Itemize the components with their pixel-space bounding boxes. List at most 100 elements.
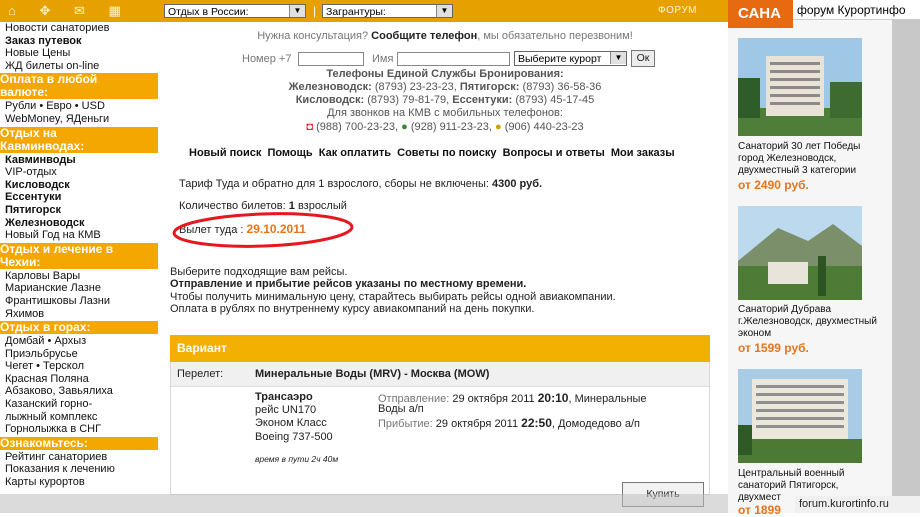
nav-new-search[interactable]: Новый поиск — [189, 147, 261, 159]
sidebar-link-rail[interactable]: ЖД билеты on-line — [0, 60, 158, 73]
info-payment: Оплата в рублях по внутреннему курсу ави… — [170, 303, 535, 315]
booking-nav: Новый поиск Помощь Как оплатить Советы п… — [189, 147, 678, 159]
consult-callback: , мы обязательно перезвоним! — [477, 30, 633, 42]
mobile-title: Для звонков на КМВ с мобильных телефонов… — [327, 107, 563, 119]
sidebar-link-karlovy[interactable]: Карловы Вары — [0, 270, 158, 283]
aircraft-type: Boeing 737-500 — [255, 431, 333, 443]
russia-select[interactable]: Отдых в России: ▼ — [164, 4, 306, 18]
sidebar-header-czech: Отдых и лечение в Чехии: — [0, 241, 158, 269]
nav-my-orders[interactable]: Мои заказы — [611, 147, 675, 159]
divider: | — [313, 4, 317, 18]
sidebar-link-webmoney[interactable]: WebMoney, ЯДеньги — [0, 113, 158, 126]
info-local-time: Отправление и прибытие рейсов указаны по… — [170, 278, 527, 290]
flight-route: Минеральные Воды (MRV) - Москва (MOW) — [255, 368, 490, 380]
nav-search-tips[interactable]: Советы по поиску — [397, 147, 496, 159]
info-min-price: Чтобы получить минимальную цену, старайт… — [170, 291, 616, 303]
sanatorium-banner-title: САНА — [728, 0, 793, 28]
forum-tab[interactable]: форум Курортинфо — [793, 0, 920, 20]
info-select: Выберите подходящие вам рейсы. — [170, 266, 348, 278]
nav-faq[interactable]: Вопросы и ответы — [503, 147, 605, 159]
phone-number: (8793) 45-17-45 — [515, 94, 595, 106]
hotel-price-1: от 2490 руб. — [738, 178, 809, 192]
dep-place-2: Воды а/п — [378, 403, 424, 415]
hotel-photo-1[interactable] — [738, 38, 862, 136]
sidebar-link-rating[interactable]: Рейтинг санаториев — [0, 451, 158, 464]
header-line: Кавминводах: — [0, 138, 85, 153]
abroad-select-value: Загрантуры: — [326, 6, 386, 18]
sidebar-link-jachymov[interactable]: Яхимов — [0, 308, 158, 321]
nav-icons[interactable]: ⌂ ✥ ✉ ▦ — [8, 3, 131, 19]
airline-name: Трансаэро — [255, 391, 313, 403]
flight-number: рейс UN170 — [255, 404, 317, 416]
abroad-select[interactable]: Загрантуры: ▼ — [322, 4, 453, 18]
sidebar-link-newyear[interactable]: Новый Год на КМВ — [0, 229, 158, 242]
tariff-price: 4300 руб. — [492, 178, 543, 190]
sidebar-link-frantiskovy[interactable]: Франтишковы Лазни — [0, 295, 158, 308]
consult-tell: Сообщите телефон — [371, 30, 478, 42]
phone-city: Ессентуки: — [452, 94, 513, 106]
flight-label: Перелет: — [177, 368, 224, 380]
hotel-price-3: от 1899 — [738, 503, 781, 517]
phone-number: (988) 700-23-23, — [316, 121, 399, 133]
sidebar-link-indications[interactable]: Показания к лечению — [0, 463, 158, 476]
nav-help[interactable]: Помощь — [267, 147, 312, 159]
sidebar-link-currency[interactable]: Рубли • Евро • USD — [0, 100, 158, 113]
hotel-caption-2[interactable]: Санаторий Дубрава г.Железноводск, двухме… — [738, 304, 883, 340]
scrollbar[interactable] — [892, 20, 920, 513]
status-overlay — [0, 494, 795, 513]
nav-how-to-pay[interactable]: Как оплатить — [319, 147, 391, 159]
sidebar-link-marianske[interactable]: Марианские Лазне — [0, 282, 158, 295]
phone-input[interactable] — [298, 52, 364, 66]
sidebar-link-kavminvody[interactable]: Кавминводы — [0, 154, 158, 167]
arrival-info: Прибытие: 29 октября 2011 22:50, Домодед… — [378, 416, 640, 430]
hotel-price-2: от 1599 руб. — [738, 341, 809, 355]
hotel-photo-3[interactable] — [738, 369, 862, 463]
sidebar-link-pyatigorsk[interactable]: Пятигорск — [0, 204, 158, 217]
sidebar-link-abzakovo[interactable]: Абзаково, Завьялиха — [0, 385, 158, 398]
sidebar-link-order[interactable]: Заказ путевок — [0, 35, 158, 48]
name-input[interactable] — [397, 52, 510, 66]
travel-time: время в пути 2ч 40м — [255, 454, 339, 464]
arr-label: Прибытие: — [378, 418, 433, 430]
sidebar-link-sng[interactable]: Горнолыжка в СНГ — [0, 423, 158, 436]
consult-question: Нужна консультация? — [257, 30, 369, 42]
dep-place: , Минеральные — [568, 393, 647, 405]
sidebar-link-kislovodsk[interactable]: Кисловодск — [0, 179, 158, 192]
phone-number: (928) 911-23-23, — [410, 121, 492, 133]
resort-select[interactable]: Выберите курорт ▼ — [514, 51, 627, 66]
tariff-label: Тариф Туда и обратно для 1 взрослого, сб… — [179, 178, 489, 190]
header-line: Отдых и лечение в — [0, 241, 114, 256]
sidebar-link-essentuki[interactable]: Ессентуки — [0, 191, 158, 204]
chevron-down-icon: ▼ — [436, 5, 452, 17]
arr-date: 29 октября 2011 — [435, 418, 519, 430]
megafon-icon: ● — [401, 121, 408, 133]
phone-number: (8793) 36-58-36 — [522, 81, 602, 93]
top-bar: ⌂ ✥ ✉ ▦ Отдых в России: ▼ | Загрантуры: … — [0, 0, 728, 22]
sidebar-link-kazan[interactable]: Казанский горно- — [0, 398, 158, 411]
ok-button[interactable]: Ок — [631, 50, 655, 67]
phone-city: Железноводск: — [288, 81, 372, 93]
resort-select-value: Выберите курорт — [518, 53, 602, 65]
sidebar-link-cheget[interactable]: Чегет • Терскол — [0, 360, 158, 373]
sidebar-link-maps[interactable]: Карты курортов — [0, 476, 158, 489]
sidebar-link-news[interactable]: Новости санаториев — [0, 22, 158, 35]
sidebar-link-prices[interactable]: Новые Цены — [0, 47, 158, 60]
phones-line-1: Железноводск: (8793) 23-23-23, Пятигорск… — [165, 81, 725, 93]
phone-number: (906) 440-23-23 — [504, 121, 584, 133]
sidebar-link-dombay[interactable]: Домбай • Архыз — [0, 335, 158, 348]
sidebar-link-vip[interactable]: VIP-отдых — [0, 166, 158, 179]
sidebar-link-krasnaya[interactable]: Красная Поляна — [0, 373, 158, 386]
chevron-down-icon: ▼ — [289, 5, 305, 17]
flight-card: Перелет: Минеральные Воды (MRV) - Москва… — [170, 362, 710, 495]
hotel-caption-1[interactable]: Санаторий 30 лет Победы город Железновод… — [738, 141, 883, 177]
sidebar-link-kazan-2[interactable]: лыжный комплекс — [0, 411, 158, 424]
forum-link[interactable]: ФОРУМ — [658, 5, 697, 16]
variant-header: Вариант — [170, 335, 710, 362]
sidebar-link-elbrus[interactable]: Приэльбрусье — [0, 348, 158, 361]
sidebar-link-zheleznovodsk[interactable]: Железноводск — [0, 217, 158, 230]
chevron-down-icon: ▼ — [610, 52, 626, 64]
sidebar-header-kmv: Отдых на Кавминводах: — [0, 126, 158, 153]
hotel-photo-2[interactable] — [738, 206, 862, 300]
flight-route-row: Перелет: Минеральные Воды (MRV) - Москва… — [171, 362, 709, 387]
arr-place: , Домодедово а/п — [551, 418, 640, 430]
